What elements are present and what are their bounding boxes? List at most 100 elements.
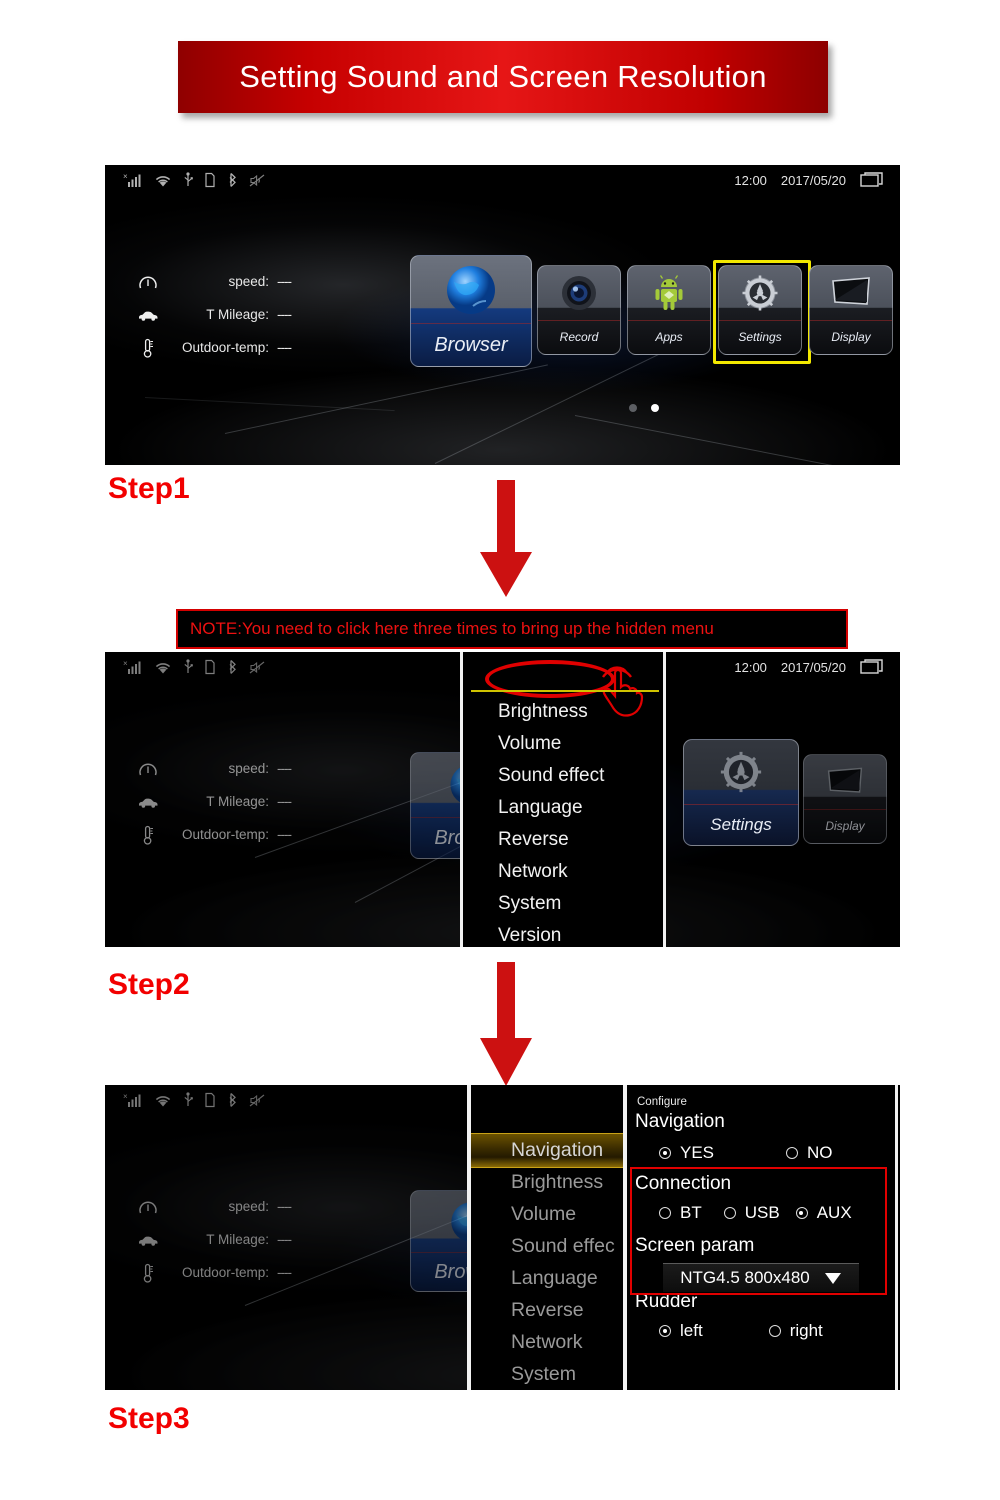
vehicle-info-row: speed: ---- bbox=[135, 752, 292, 785]
vehicle-info-value: ---- bbox=[277, 827, 292, 842]
app-tile-apps[interactable]: Apps bbox=[627, 265, 711, 355]
rudder-right-radio[interactable] bbox=[768, 1325, 781, 1337]
vehicle-info-row: T Mileage: ---- bbox=[135, 298, 292, 331]
connection-usb-label: USB bbox=[744, 1203, 780, 1222]
car-icon bbox=[135, 308, 161, 322]
navigation-yes-label: YES bbox=[680, 1143, 715, 1162]
wifi-icon bbox=[155, 662, 171, 673]
step3-head-unit-screen: × speed: ---- T Mileage: ---- Outdoor-te… bbox=[105, 1085, 900, 1390]
status-time: 12:00 bbox=[734, 172, 767, 188]
configure-panel: Configure Navigation YES NO Connection B… bbox=[627, 1085, 900, 1390]
vehicle-info-value: ---- bbox=[277, 307, 292, 322]
svg-text:×: × bbox=[123, 172, 128, 181]
vehicle-info-value: ---- bbox=[277, 794, 292, 809]
app-tile-record[interactable]: Record bbox=[537, 265, 621, 355]
navigation-yes-radio[interactable] bbox=[659, 1147, 671, 1159]
monitor-icon bbox=[804, 755, 886, 809]
rudder-options: left right bbox=[659, 1321, 889, 1341]
step3-label: Step3 bbox=[108, 1402, 190, 1435]
settings-menu-panel: Navigation Brightness Volume Sound effec… bbox=[471, 1085, 623, 1390]
vehicle-info-label: Outdoor-temp: bbox=[181, 827, 269, 842]
menu-item-version[interactable]: Version bbox=[463, 920, 663, 947]
menu-item-sound-effect[interactable]: Sound effect bbox=[463, 760, 663, 791]
vehicle-info-label: speed: bbox=[228, 761, 269, 776]
menu-item-volume[interactable]: Volume bbox=[463, 728, 663, 759]
app-tile-display[interactable]: Display bbox=[809, 265, 893, 355]
navigation-options: YES NO bbox=[659, 1143, 889, 1163]
vehicle-info-value: ---- bbox=[277, 761, 292, 776]
mute-icon bbox=[249, 174, 265, 186]
app-tile-label: Record bbox=[538, 319, 620, 354]
vehicle-info-label: speed: bbox=[228, 274, 269, 289]
window-stack-icon[interactable] bbox=[860, 659, 884, 675]
vehicle-info-label: speed: bbox=[228, 1199, 269, 1214]
connection-bt-radio[interactable] bbox=[659, 1207, 671, 1219]
vehicle-info-row: speed: ---- bbox=[135, 265, 292, 298]
configure-caption: Configure bbox=[637, 1096, 687, 1108]
app-tile-browser[interactable]: Browser bbox=[410, 255, 532, 367]
car-icon bbox=[135, 1233, 161, 1247]
screen-param-section-title: Screen param bbox=[635, 1235, 755, 1256]
vehicle-info-label: Outdoor-temp: bbox=[181, 340, 269, 355]
rudder-left-radio[interactable] bbox=[659, 1325, 671, 1337]
svg-text:×: × bbox=[123, 659, 128, 668]
status-icons: × bbox=[123, 1092, 266, 1108]
menu-item-network[interactable]: Network bbox=[463, 856, 663, 887]
page-indicator-dot-active[interactable] bbox=[651, 404, 659, 412]
navigation-section-title: Navigation bbox=[635, 1111, 725, 1132]
camera-lens-icon bbox=[538, 266, 620, 320]
vehicle-info-label: T Mileage: bbox=[206, 307, 269, 322]
status-date: 2017/05/20 bbox=[780, 172, 846, 188]
speedometer-icon bbox=[135, 760, 161, 778]
app-tile-display[interactable]: Display bbox=[803, 754, 887, 844]
vehicle-info-value: ---- bbox=[277, 1232, 292, 1247]
screen-param-dropdown[interactable]: NTG4.5 800x480 bbox=[663, 1263, 859, 1292]
connection-aux-label: AUX bbox=[816, 1203, 852, 1222]
bluetooth-icon bbox=[229, 660, 236, 674]
settings-menu-item-volume[interactable]: Volume bbox=[471, 1198, 623, 1231]
vehicle-info-row: speed: ---- bbox=[135, 1190, 292, 1223]
thermometer-icon bbox=[135, 338, 161, 358]
page-indicator-dot[interactable] bbox=[629, 404, 637, 412]
page-title: Setting Sound and Screen Resolution bbox=[239, 59, 767, 94]
app-tile-label: Apps bbox=[628, 319, 710, 354]
connection-section-title: Connection bbox=[635, 1173, 732, 1194]
vehicle-info-panel: speed: ---- T Mileage: ---- Outdoor-temp… bbox=[135, 752, 292, 851]
settings-highlight-box bbox=[713, 260, 811, 364]
menu-item-reverse[interactable]: Reverse bbox=[463, 824, 663, 855]
app-tile-label: Browser bbox=[411, 323, 531, 366]
connection-aux-radio[interactable] bbox=[795, 1207, 808, 1219]
settings-menu-item-system[interactable]: System bbox=[471, 1358, 623, 1390]
panel-separator-right bbox=[895, 1085, 898, 1390]
page-title-banner: Setting Sound and Screen Resolution bbox=[178, 41, 828, 113]
android-robot-icon bbox=[628, 266, 710, 320]
settings-menu-item-sound-effect[interactable]: Sound effec bbox=[471, 1230, 623, 1263]
connection-usb-radio[interactable] bbox=[723, 1207, 736, 1219]
mute-icon bbox=[249, 1094, 265, 1106]
signal-x-icon: × bbox=[123, 1092, 141, 1107]
usb-icon bbox=[184, 172, 193, 186]
settings-menu-item-language[interactable]: Language bbox=[471, 1262, 623, 1295]
settings-menu-item-brightness[interactable]: Brightness bbox=[471, 1166, 623, 1199]
usb-icon bbox=[184, 659, 193, 673]
menu-item-language[interactable]: Language bbox=[463, 792, 663, 823]
settings-menu-item-reverse[interactable]: Reverse bbox=[471, 1294, 623, 1327]
settings-menu-item-network[interactable]: Network bbox=[471, 1326, 623, 1359]
app-tile-settings[interactable]: Settings bbox=[683, 739, 799, 846]
navigation-no-radio[interactable] bbox=[786, 1147, 799, 1159]
bluetooth-icon bbox=[229, 1093, 236, 1107]
step1-head-unit-screen: × 12:00 2017/05/20 speed: ---- T Mileage… bbox=[105, 165, 900, 465]
vehicle-info-row: Outdoor-temp: ---- bbox=[135, 1256, 292, 1289]
vehicle-info-value: ---- bbox=[277, 1199, 292, 1214]
menu-item-system[interactable]: System bbox=[463, 888, 663, 919]
screen-param-value: NTG4.5 800x480 bbox=[680, 1268, 810, 1287]
menu-item-brightness[interactable]: Brightness bbox=[463, 696, 663, 727]
status-date: 2017/05/20 bbox=[780, 659, 846, 675]
settings-menu-item-navigation[interactable]: Navigation bbox=[471, 1133, 623, 1168]
chevron-down-icon[interactable] bbox=[824, 1271, 842, 1285]
globe-icon bbox=[411, 256, 531, 323]
sdcard-icon bbox=[205, 1092, 215, 1108]
window-stack-icon[interactable] bbox=[860, 172, 884, 188]
bluetooth-icon bbox=[229, 173, 236, 187]
status-time: 12:00 bbox=[734, 659, 767, 675]
